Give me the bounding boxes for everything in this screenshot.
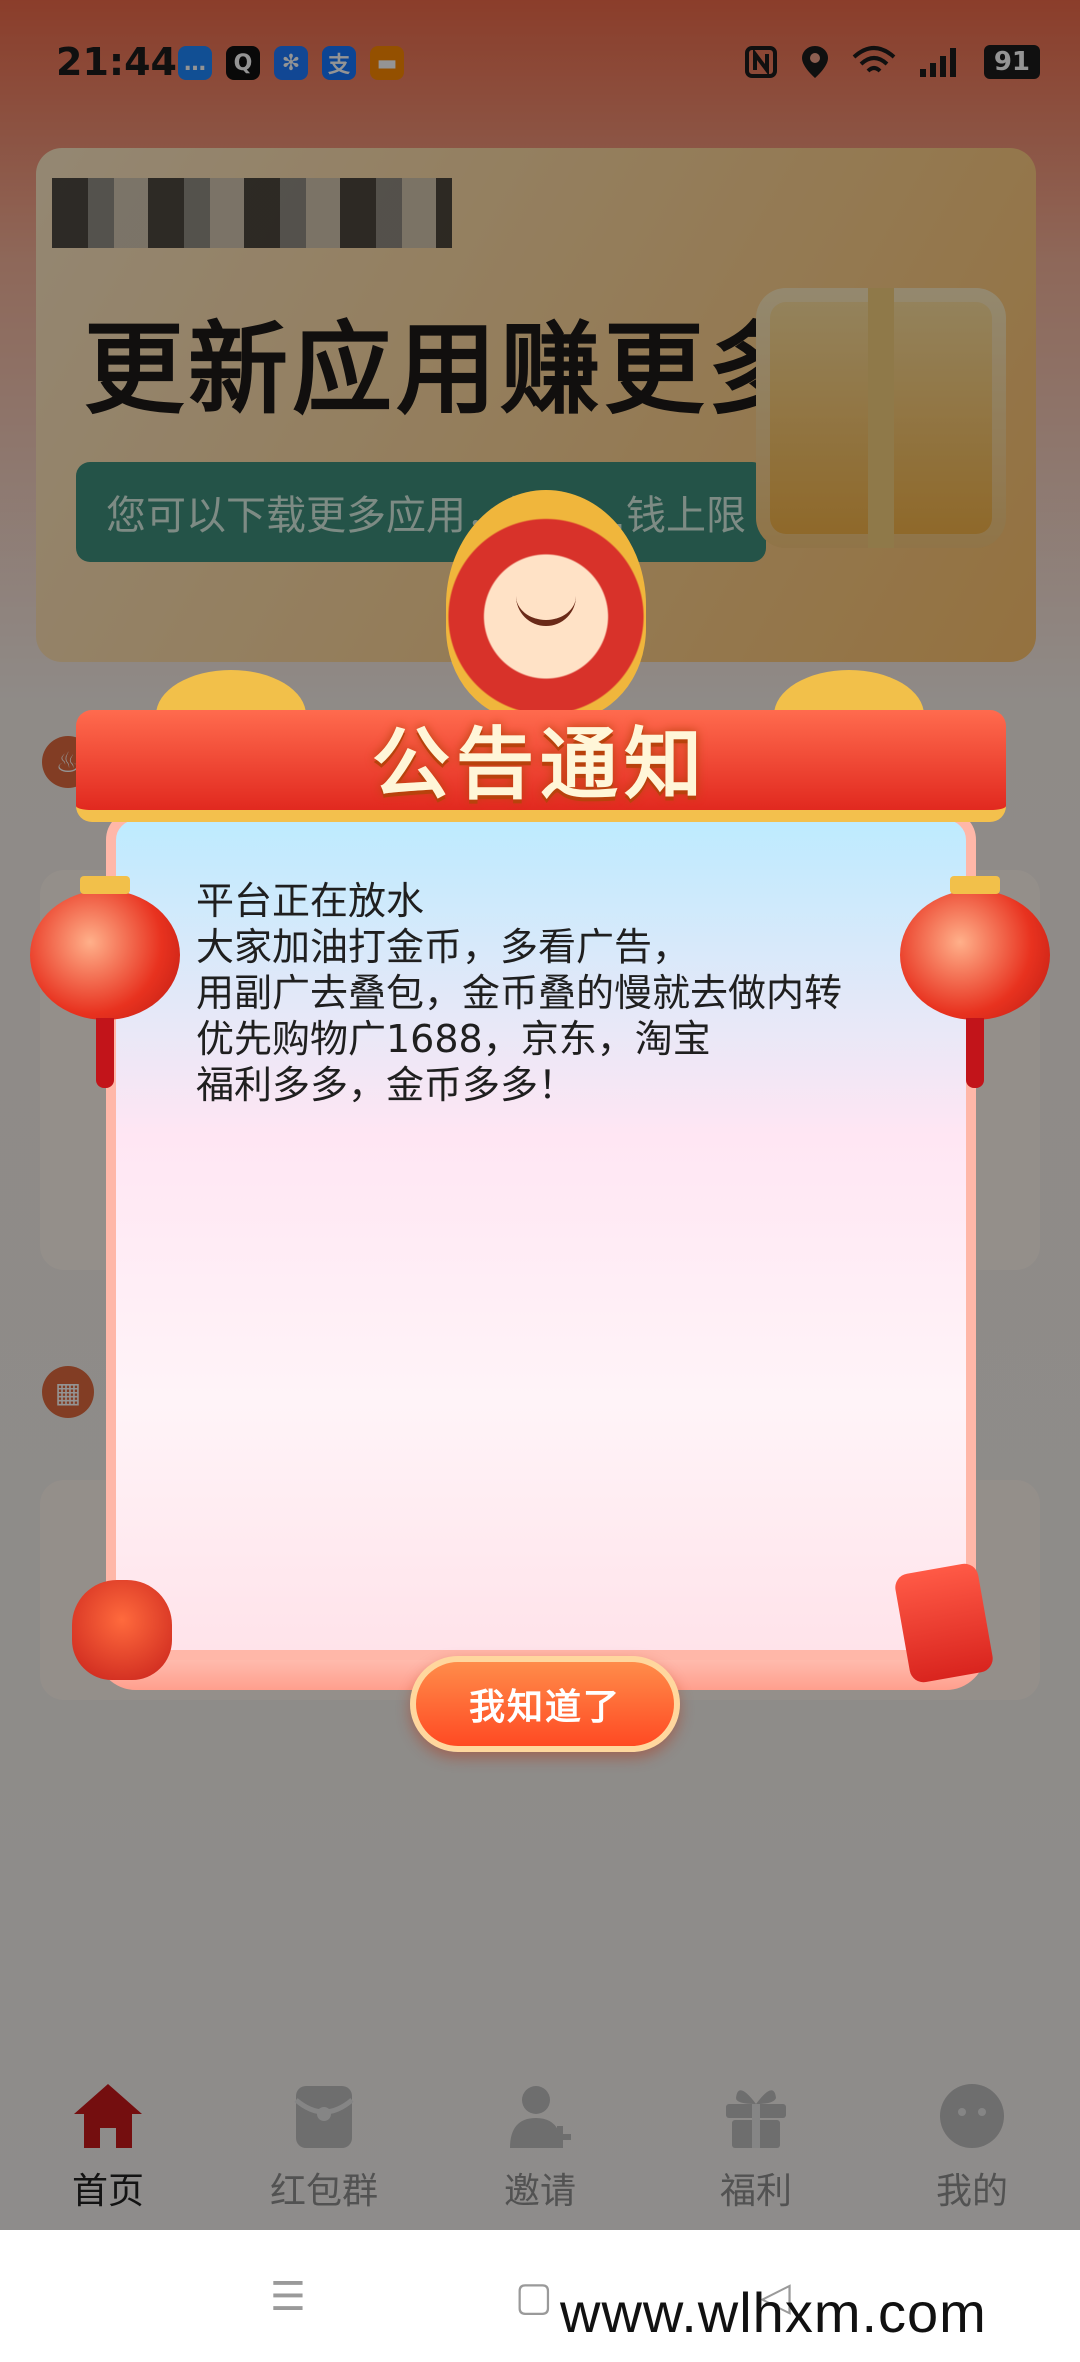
god-of-wealth-illustration xyxy=(446,490,646,720)
announcement-dialog: 公告通知 平台正在放水 大家加油打金币，多看广告， 用副广去叠包，金币叠的慢就去… xyxy=(30,470,1050,1780)
got-it-button[interactable]: 我知道了 xyxy=(410,1656,680,1752)
lantern-right-icon xyxy=(900,876,1050,1088)
message-line: 福利多多，金币多多！ xyxy=(196,1063,577,1107)
message-line: 用副广去叠包，金币叠的慢就去做内转 xyxy=(196,971,843,1015)
message-line: 大家加油打金币，多看广告， xyxy=(196,925,691,969)
message-line: 优先购物广1688，京东，淘宝 xyxy=(196,1017,711,1061)
dialog-title: 公告通知 xyxy=(371,720,708,810)
home-nav-icon[interactable]: ▢ xyxy=(515,2274,553,2320)
lantern-left-icon xyxy=(30,876,180,1088)
message-line: 平台正在放水 xyxy=(196,879,425,923)
red-envelope-deco-icon xyxy=(893,1561,995,1685)
watermark: www.wlhxm.com xyxy=(560,2281,987,2344)
menu-icon[interactable]: ☰ xyxy=(270,2274,306,2320)
announcement-message: 平台正在放水 大家加油打金币，多看广告， 用副广去叠包，金币叠的慢就去做内转 优… xyxy=(196,878,916,1108)
lucky-bag-icon xyxy=(72,1580,172,1680)
